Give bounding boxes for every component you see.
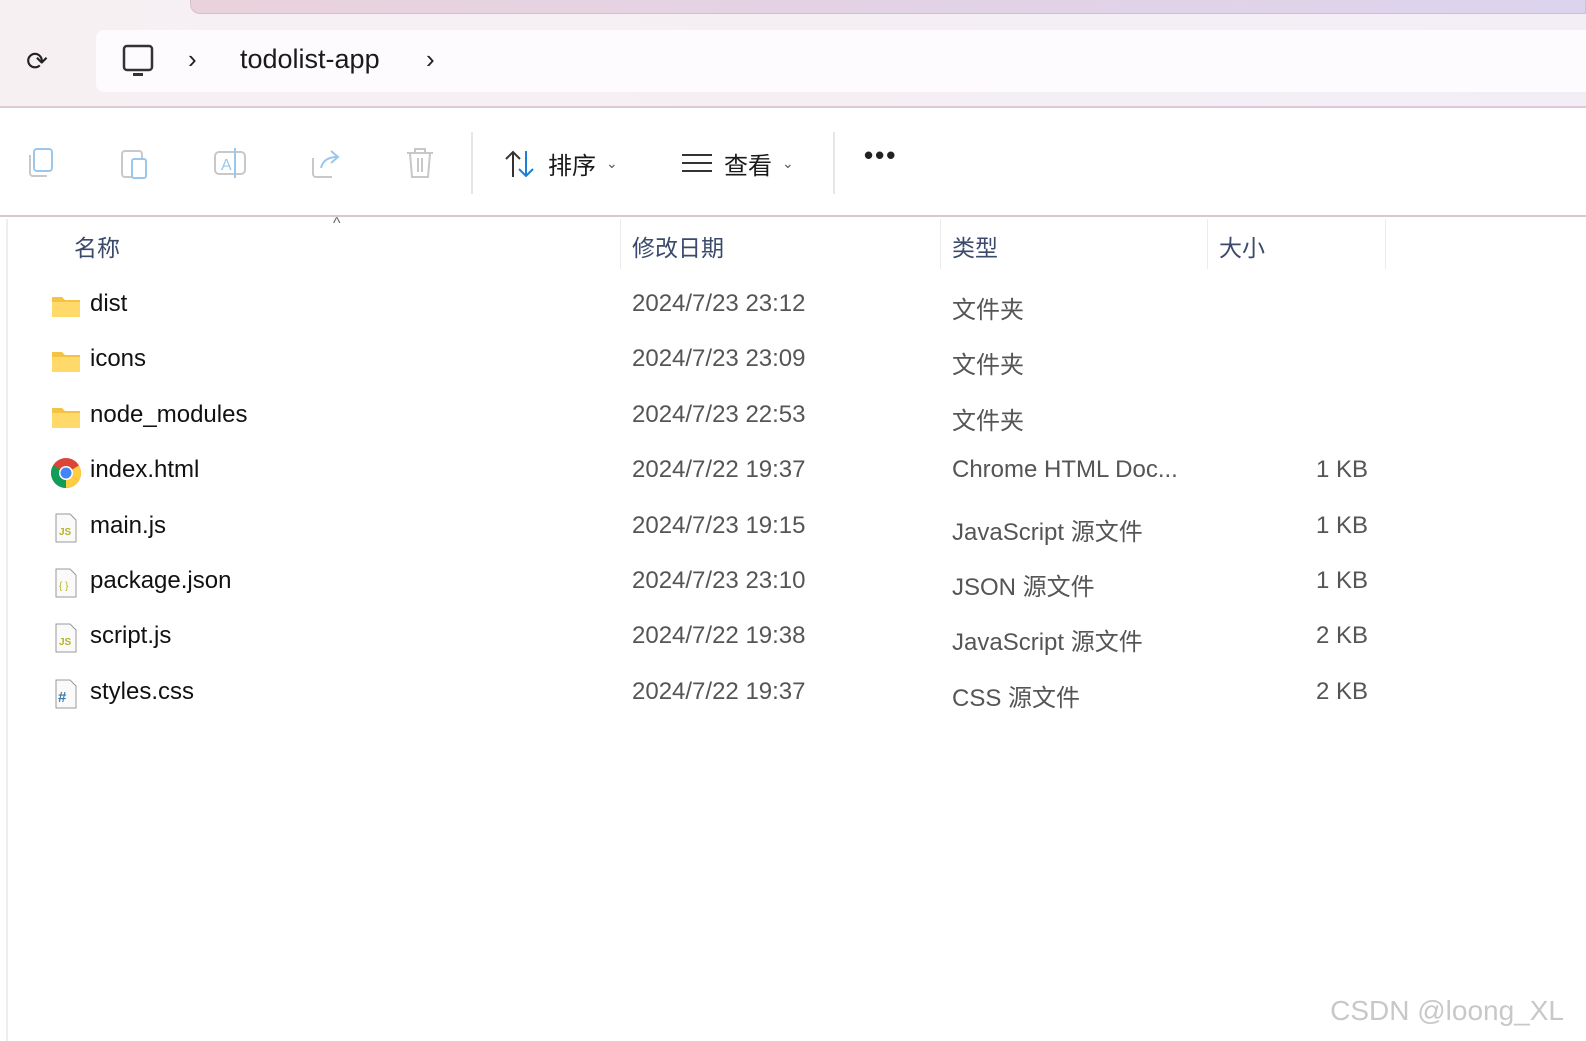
file-row[interactable]: # styles.css 2024/7/22 19:37 CSS 源文件 2 K… [0,668,1586,718]
file-row[interactable]: icons 2024/7/23 23:09 文件夹 [0,335,1586,385]
file-date: 2024/7/23 22:53 [632,400,806,428]
column-header-name[interactable]: 名称 [74,229,120,263]
file-name: package.json [90,567,232,594]
file-type: CSS 源文件 [952,684,1081,712]
json-file-icon: { } [50,568,82,598]
file-size: 1 KB [1315,511,1368,539]
file-date: 2024/7/23 23:09 [632,345,806,373]
svg-text:A: A [221,157,232,174]
file-type: JavaScript 源文件 [952,518,1143,546]
file-type: 文件夹 [952,352,1024,380]
address-bar[interactable]: › todolist-app › [96,30,1586,92]
file-name: node_modules [90,400,248,428]
view-label: 查看 [724,153,772,180]
copy-icon[interactable] [24,146,58,180]
chrome-icon [50,457,82,489]
file-date: 2024/7/22 19:37 [632,456,806,484]
file-row[interactable]: JS script.js 2024/7/22 19:38 JavaScript … [0,612,1586,662]
file-size: 2 KB [1315,677,1368,705]
file-name: main.js [90,511,167,539]
column-divider[interactable] [1385,219,1386,269]
rename-icon[interactable]: A [213,146,247,180]
chevron-down-icon: ⌄ [606,155,618,171]
folder-icon [50,346,82,376]
file-date: 2024/7/22 19:38 [632,622,806,650]
file-type: JavaScript 源文件 [952,629,1143,657]
more-options-button[interactable]: ••• [864,140,897,171]
folder-icon [50,402,82,432]
column-header-date[interactable]: 修改日期 [632,229,724,263]
css-file-icon: # [50,679,82,709]
column-divider[interactable] [620,219,621,269]
view-button[interactable]: 查看 ⌄ [680,146,794,181]
this-pc-icon[interactable] [122,44,154,80]
file-date: 2024/7/23 23:12 [632,290,806,317]
file-type: 文件夹 [952,407,1024,435]
file-date: 2024/7/23 23:10 [632,567,806,594]
file-size: 1 KB [1315,567,1368,594]
sort-label: 排序 [548,153,596,180]
divider [833,132,835,194]
file-type: 文件夹 [952,297,1024,324]
watermark: CSDN @loong_XL [1330,995,1564,1026]
file-size: 1 KB [1315,456,1368,484]
column-header-type[interactable]: 类型 [952,229,998,263]
file-name: icons [90,345,147,373]
file-row[interactable]: node_modules 2024/7/23 22:53 文件夹 [0,391,1586,441]
file-name: script.js [90,622,172,650]
tab-strip [190,0,1586,14]
refresh-button[interactable]: ⟳ [22,46,52,76]
column-divider[interactable] [940,219,941,269]
command-bar: A 排序 ⌄ 查看 ⌄ ••• [0,110,1586,217]
view-list-icon [682,153,712,172]
file-name: dist [90,290,128,317]
divider [471,132,473,194]
sort-ascending-icon: ^ [333,215,341,232]
file-row[interactable]: JS main.js 2024/7/23 19:15 JavaScript 源文… [0,502,1586,552]
column-headers: ^ 名称 修改日期 类型 大小 [0,215,1586,269]
svg-text:JS: JS [59,637,72,648]
js-file-icon: JS [50,513,82,543]
file-type: JSON 源文件 [952,574,1095,601]
file-name: index.html [90,456,200,484]
file-date: 2024/7/22 19:37 [632,677,806,705]
svg-text:{ }: { } [59,581,69,592]
file-name: styles.css [90,677,195,705]
file-date: 2024/7/23 19:15 [632,511,806,539]
delete-icon[interactable] [403,146,437,180]
breadcrumb-todolist-app[interactable]: todolist-app [240,44,380,75]
chevron-down-icon: ⌄ [782,155,794,171]
folder-icon [50,291,82,321]
paste-icon[interactable] [118,146,152,180]
js-file-icon: JS [50,623,82,653]
share-icon[interactable] [309,146,343,180]
breadcrumb-chevron-icon[interactable]: › [426,44,435,75]
breadcrumb-chevron-icon[interactable]: › [188,44,197,75]
file-size: 2 KB [1315,622,1368,650]
svg-text:JS: JS [59,527,72,538]
file-row[interactable]: index.html 2024/7/22 19:37 Chrome HTML D… [0,446,1586,496]
file-row[interactable]: { } package.json 2024/7/23 23:10 JSON 源文… [0,557,1586,607]
svg-text:#: # [58,689,67,706]
sort-button[interactable]: 排序 ⌄ [504,146,618,181]
file-type: Chrome HTML Doc... [952,456,1178,484]
sort-icon [505,150,534,177]
title-area: ⟳ › todolist-app › [0,0,1586,108]
file-row[interactable]: dist 2024/7/23 23:12 文件夹 [0,280,1586,330]
column-divider[interactable] [1207,219,1208,269]
column-header-size[interactable]: 大小 [1219,229,1265,263]
